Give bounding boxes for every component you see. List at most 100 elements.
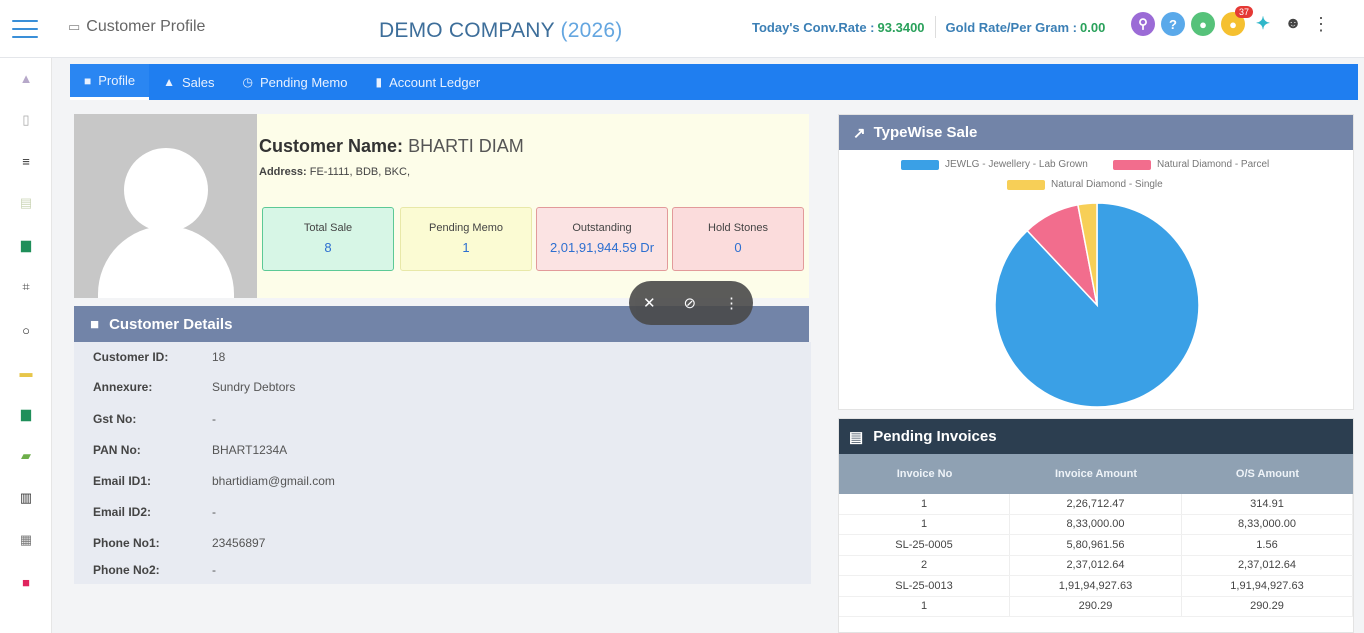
detail-key: Customer ID: bbox=[93, 350, 169, 364]
cell-os-amount: 1,91,94,927.63 bbox=[1182, 576, 1353, 596]
mute-icon[interactable]: ⊘ bbox=[683, 294, 696, 312]
col-invoice-no[interactable]: Invoice No bbox=[839, 468, 1010, 480]
avatar-body bbox=[98, 226, 234, 298]
typewise-sale-header: ↗ TypeWise Sale bbox=[839, 115, 1353, 150]
conv-rate-value: 93.3400 bbox=[877, 19, 925, 35]
ticket-icon[interactable]: ▬ bbox=[18, 364, 34, 380]
detail-key: Email ID2: bbox=[93, 505, 152, 519]
avatar bbox=[74, 114, 257, 298]
detail-key: Email ID1: bbox=[93, 474, 152, 488]
detail-value: 23456897 bbox=[212, 536, 266, 550]
apps-icon[interactable]: ■ bbox=[18, 574, 34, 590]
dashboard-icon[interactable]: ▲ bbox=[18, 70, 34, 86]
stat-hold-stones[interactable]: Hold Stones 0 bbox=[672, 207, 804, 271]
search-icon[interactable]: ⚲ bbox=[1131, 12, 1155, 36]
typewise-sale-title: TypeWise Sale bbox=[873, 124, 978, 141]
chat-icon[interactable]: ● bbox=[1191, 12, 1215, 36]
stat-label: Total Sale bbox=[303, 222, 353, 234]
table-row[interactable]: 1 290.29 290.29 bbox=[839, 596, 1353, 617]
detail-key: PAN No: bbox=[93, 443, 141, 457]
truck-icon[interactable]: ▰ bbox=[18, 448, 34, 464]
pending-invoices-title: Pending Invoices bbox=[873, 428, 997, 445]
cell-invoice-no: 1 bbox=[839, 514, 1010, 534]
user-avatar-icon[interactable]: ☻ bbox=[1281, 12, 1305, 36]
more-vertical-icon[interactable]: ⋮ bbox=[724, 294, 739, 312]
address-label: Address: bbox=[259, 166, 307, 178]
shop-icon[interactable]: ▆ bbox=[18, 406, 34, 422]
cell-os-amount: 8,33,000.00 bbox=[1182, 514, 1353, 534]
customer-details: Customer ID: 18 Annexure: Sundry Debtors G… bbox=[74, 342, 811, 584]
help-icon[interactable]: ? bbox=[1161, 12, 1185, 36]
table-row[interactable]: 1 8,33,000.00 8,33,000.00 bbox=[839, 514, 1353, 535]
settings-icon[interactable]: ○ bbox=[18, 322, 34, 338]
notification-badge: 37 bbox=[1234, 6, 1253, 18]
stat-value: 2,01,91,944.59 Dr bbox=[549, 240, 655, 255]
cell-invoice-no: 1 bbox=[839, 596, 1010, 616]
cell-invoice-amount: 1,91,94,927.63 bbox=[1010, 576, 1182, 596]
store-icon[interactable]: ▆ bbox=[18, 237, 34, 253]
table-row[interactable]: 2 2,37,012.64 2,37,012.64 bbox=[839, 555, 1353, 576]
cell-invoice-amount: 2,26,712.47 bbox=[1010, 494, 1182, 514]
sparkle-icon[interactable]: ✦ bbox=[1251, 12, 1275, 36]
notification-icon[interactable]: ● 37 bbox=[1221, 6, 1253, 36]
cell-invoice-no: 2 bbox=[839, 555, 1010, 575]
detail-value: - bbox=[212, 563, 216, 577]
cell-invoice-amount: 5,80,961.56 bbox=[1010, 535, 1182, 555]
stat-total-sale[interactable]: Total Sale 8 bbox=[262, 207, 394, 271]
invoice-icon: ▤ bbox=[849, 428, 864, 446]
tab-profile[interactable]: ■ Profile bbox=[70, 64, 150, 100]
stat-label: Hold Stones bbox=[708, 222, 768, 234]
trend-chart-icon: ↗ bbox=[853, 124, 866, 142]
tab-sales[interactable]: ▲ Sales bbox=[149, 64, 228, 100]
media-control-bar: ✕ ⊘ ⋮ bbox=[629, 281, 753, 325]
list-icon[interactable]: ≡ bbox=[18, 153, 34, 169]
rates-display: Today's Conv.Rate : 93.3400 Gold Rate/Pe… bbox=[752, 16, 1105, 38]
tab-label: Pending Memo bbox=[260, 74, 348, 90]
table-header: Invoice No Invoice Amount O/S Amount bbox=[839, 454, 1353, 494]
stat-outstanding[interactable]: Outstanding 2,01,91,944.59 Dr bbox=[536, 207, 668, 271]
cell-invoice-amount: 2,37,012.64 bbox=[1010, 555, 1182, 575]
table-row[interactable]: SL-25-0013 1,91,94,927.63 1,91,94,927.63 bbox=[839, 576, 1353, 597]
typewise-sale-panel: ↗ TypeWise Sale JEWLG - Jewellery - Lab … bbox=[838, 114, 1354, 410]
company-name: DEMO COMPANY (2026) bbox=[379, 19, 622, 43]
table-row[interactable]: 1 2,26,712.47 314.91 bbox=[839, 494, 1353, 515]
tab-label: Sales bbox=[182, 74, 215, 90]
clock-icon: ◷ bbox=[242, 75, 254, 89]
detail-key: Annexure: bbox=[93, 380, 153, 394]
document-icon[interactable]: ▯ bbox=[18, 112, 34, 128]
cell-invoice-no: 1 bbox=[839, 494, 1010, 514]
detail-value: - bbox=[212, 412, 216, 426]
cell-os-amount: 314.91 bbox=[1182, 494, 1353, 514]
cell-invoice-no: SL-25-0005 bbox=[839, 535, 1010, 555]
pending-invoices-header: ▤ Pending Invoices bbox=[839, 419, 1353, 454]
scan-icon[interactable]: ⌗ bbox=[18, 279, 34, 295]
cell-os-amount: 1.56 bbox=[1182, 535, 1353, 555]
tab-pending-memo[interactable]: ◷ Pending Memo bbox=[229, 64, 362, 100]
col-os-amount[interactable]: O/S Amount bbox=[1182, 468, 1353, 480]
barcode-icon[interactable]: ▦ bbox=[18, 532, 34, 548]
cell-invoice-no: SL-25-0013 bbox=[839, 576, 1010, 596]
detail-value: BHART1234A bbox=[212, 443, 288, 457]
chart-icon[interactable]: ▥ bbox=[18, 490, 34, 506]
col-invoice-amount[interactable]: Invoice Amount bbox=[1010, 468, 1182, 480]
tab-account-ledger[interactable]: ▮ Account Ledger bbox=[361, 64, 494, 100]
detail-value: Sundry Debtors bbox=[212, 380, 296, 394]
stat-value: 0 bbox=[734, 240, 742, 255]
customer-name-value: BHARTI DIAM bbox=[408, 136, 524, 156]
user-icon: ■ bbox=[90, 315, 100, 333]
detail-value: bhartidiam@gmail.com bbox=[212, 474, 335, 488]
cart-icon: ▲ bbox=[163, 75, 175, 89]
conv-rate-label: Today's Conv.Rate : bbox=[752, 19, 875, 35]
stat-pending-memo[interactable]: Pending Memo 1 bbox=[400, 207, 532, 271]
stat-label: Outstanding bbox=[572, 222, 632, 234]
pin-off-icon[interactable]: ✕ bbox=[643, 294, 656, 312]
menu-toggle-button[interactable] bbox=[12, 20, 38, 40]
profile-card-icon: ▭ bbox=[68, 19, 81, 34]
cell-invoice-amount: 8,33,000.00 bbox=[1010, 514, 1182, 534]
profile-tabs: ■ Profile ▲ Sales ◷ Pending Memo ▮ Accou… bbox=[70, 64, 1358, 100]
more-vertical-icon[interactable]: ⋮ bbox=[1311, 14, 1331, 35]
table-row[interactable]: SL-25-0005 5,80,961.56 1.56 bbox=[839, 535, 1353, 556]
cell-os-amount: 2,37,012.64 bbox=[1182, 555, 1353, 575]
pending-invoices-panel: ▤ Pending Invoices Invoice No Invoice Am… bbox=[838, 418, 1354, 633]
files-icon[interactable]: ▤ bbox=[18, 195, 34, 211]
